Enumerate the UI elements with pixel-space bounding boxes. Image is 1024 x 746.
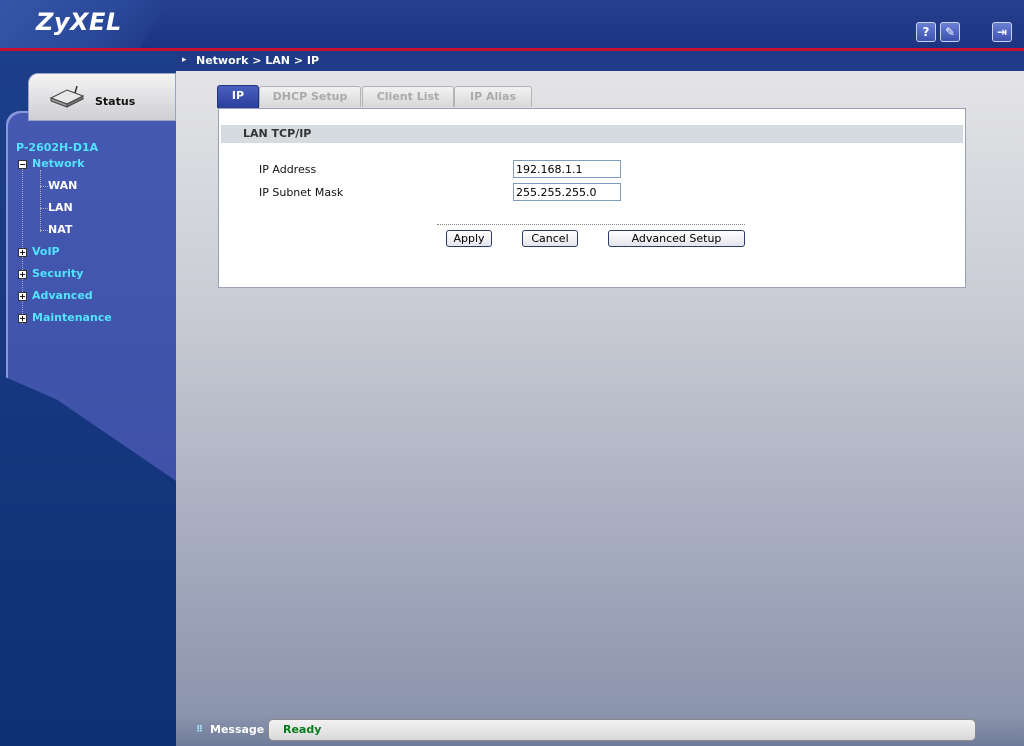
ip-address-input[interactable]	[513, 160, 621, 178]
tree-connector	[40, 230, 48, 231]
form-panel: LAN TCP/IP IP Address IP Subnet Mask App…	[218, 108, 966, 288]
tree-item-voip[interactable]: VoIP	[32, 245, 60, 258]
help-icon[interactable]: ?	[916, 22, 936, 42]
tree-item-network[interactable]: Network	[32, 157, 84, 170]
ip-address-label: IP Address	[259, 163, 317, 176]
breadcrumb: Network > LAN > IP	[196, 54, 320, 67]
divider	[437, 224, 745, 225]
expand-icon[interactable]: +	[18, 314, 27, 323]
tree-item-maintenance[interactable]: Maintenance	[32, 311, 112, 324]
subnet-mask-input[interactable]	[513, 183, 621, 201]
router-icon	[49, 86, 85, 108]
chevron-right-icon: ▸	[182, 55, 187, 65]
sidebar	[0, 51, 176, 746]
wand-icon[interactable]: ✎	[940, 22, 960, 42]
breadcrumb-bar: ▸ Network > LAN > IP	[176, 51, 1024, 71]
collapse-icon[interactable]: −	[18, 160, 27, 169]
top-header: ZyXEL ? ✎ ⇥	[0, 0, 1024, 48]
cancel-button[interactable]: Cancel	[522, 230, 578, 247]
message-label: Message	[210, 723, 265, 736]
zyxel-logo: ZyXEL	[36, 8, 122, 36]
tab-dhcp-setup[interactable]: DHCP Setup	[259, 86, 361, 107]
tab-ip[interactable]: IP	[217, 85, 259, 108]
apply-button[interactable]: Apply	[446, 230, 492, 247]
tree-item-lan[interactable]: LAN	[48, 201, 73, 214]
section-title: LAN TCP/IP	[221, 125, 963, 143]
tree-item-advanced[interactable]: Advanced	[32, 289, 93, 302]
status-button[interactable]: Status	[28, 73, 176, 121]
tree-connector	[40, 208, 48, 209]
expand-icon[interactable]: +	[18, 292, 27, 301]
tree-item-nat[interactable]: NAT	[48, 223, 72, 236]
tree-item-security[interactable]: Security	[32, 267, 83, 280]
device-model: P-2602H-D1A	[16, 141, 99, 154]
tab-ip-alias[interactable]: IP Alias	[454, 86, 532, 107]
grip-icon: ⠿	[196, 725, 204, 735]
message-field: Ready	[268, 719, 976, 741]
tab-client-list[interactable]: Client List	[362, 86, 454, 107]
expand-icon[interactable]: +	[18, 248, 27, 257]
tree-connector	[40, 186, 48, 187]
message-text: Ready	[283, 723, 322, 736]
status-label: Status	[95, 95, 136, 108]
tree-item-wan[interactable]: WAN	[48, 179, 77, 192]
message-bar: ⠿ Message Ready	[176, 713, 1024, 746]
advanced-setup-button[interactable]: Advanced Setup	[608, 230, 745, 247]
expand-icon[interactable]: +	[18, 270, 27, 279]
tree-connector	[40, 170, 41, 232]
subnet-mask-label: IP Subnet Mask	[259, 186, 344, 199]
main-content: ▸ Network > LAN > IP IP DHCP Setup Clien…	[176, 51, 1024, 713]
logout-icon[interactable]: ⇥	[992, 22, 1012, 42]
